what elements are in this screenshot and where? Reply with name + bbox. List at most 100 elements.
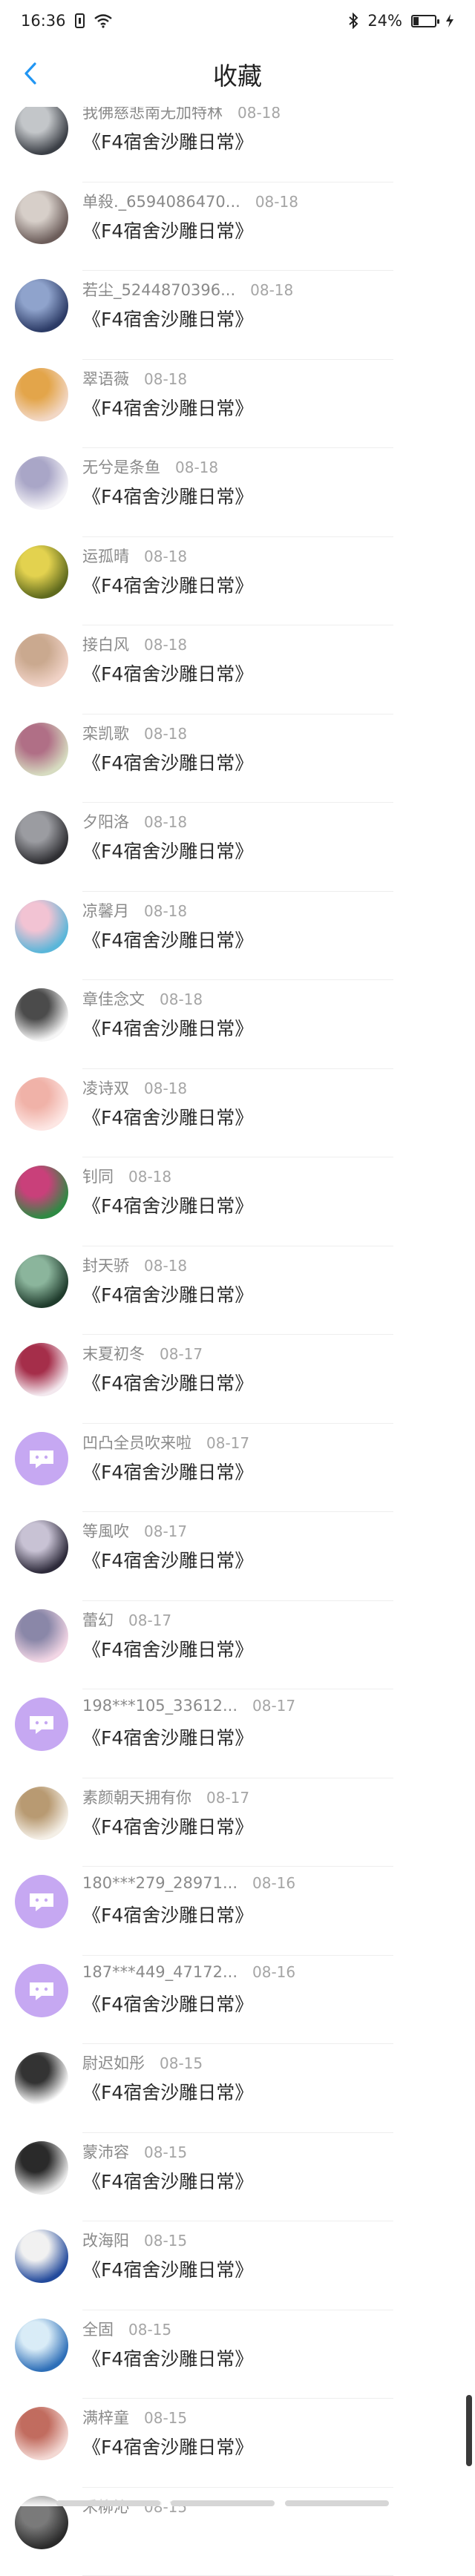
list-item[interactable]: 钊同08-18《F4宿舍沙雕日常》 <box>0 1157 475 1246</box>
item-title[interactable]: 《F4宿舍沙雕日常》 <box>82 394 253 421</box>
user-name[interactable]: 187***449_47172... <box>82 1963 238 1981</box>
list-item[interactable]: 夕阳洛08-18《F4宿舍沙雕日常》 <box>0 803 475 892</box>
item-title[interactable]: 《F4宿舍沙雕日常》 <box>82 2078 253 2105</box>
list-item[interactable]: 末夏初冬08-17《F4宿舍沙雕日常》 <box>0 1335 475 1424</box>
user-name[interactable]: 凌诗双 <box>82 1080 129 1097</box>
item-title[interactable]: 《F4宿舍沙雕日常》 <box>82 2255 253 2282</box>
user-name[interactable]: 若尘_5244870396... <box>82 281 235 299</box>
avatar[interactable] <box>15 545 68 599</box>
avatar[interactable] <box>15 368 68 421</box>
item-title[interactable]: 《F4宿舍沙雕日常》 <box>82 1014 253 1041</box>
user-name[interactable]: 凉馨月 <box>82 902 129 920</box>
avatar[interactable] <box>15 1255 68 1308</box>
list-item[interactable]: 接白风08-18《F4宿舍沙雕日常》 <box>0 625 475 714</box>
list-item[interactable]: 凌诗双08-18《F4宿舍沙雕日常》 <box>0 1069 475 1158</box>
user-name[interactable]: 夕阳洛 <box>82 813 129 831</box>
item-title[interactable]: 《F4宿舍沙雕日常》 <box>82 571 253 598</box>
default-avatar-icon[interactable] <box>15 1432 68 1485</box>
avatar[interactable] <box>15 723 68 776</box>
item-title[interactable]: 《F4宿舍沙雕日常》 <box>82 837 253 864</box>
item-title[interactable]: 《F4宿舍沙雕日常》 <box>82 926 253 953</box>
list-item[interactable]: 若尘_5244870396...08-18《F4宿舍沙雕日常》 <box>0 271 475 360</box>
user-name[interactable]: 改海阳 <box>82 2232 129 2250</box>
user-name[interactable]: 运孤晴 <box>82 548 129 565</box>
user-name[interactable]: 无兮是条鱼 <box>82 459 160 476</box>
avatar[interactable] <box>15 2407 68 2460</box>
default-avatar-icon[interactable] <box>15 1698 68 1751</box>
user-name[interactable]: 单殺._6594086470... <box>82 193 240 211</box>
default-avatar-icon[interactable] <box>15 1875 68 1928</box>
item-title[interactable]: 《F4宿舍沙雕日常》 <box>82 2345 253 2371</box>
list-item[interactable]: 封天骄08-18《F4宿舍沙雕日常》 <box>0 1246 475 1335</box>
item-title[interactable]: 《F4宿舍沙雕日常》 <box>82 749 253 775</box>
user-name[interactable]: 满梓童 <box>82 2409 129 2427</box>
list-item[interactable]: 凹凸全员吹来啦08-17《F4宿舍沙雕日常》 <box>0 1424 475 1513</box>
item-title[interactable]: 《F4宿舍沙雕日常》 <box>82 482 253 509</box>
user-name[interactable]: 翠语薇 <box>82 370 129 388</box>
list-item[interactable]: 单殺._6594086470...08-18《F4宿舍沙雕日常》 <box>0 183 475 272</box>
user-name[interactable]: 钊同 <box>82 1168 114 1186</box>
user-name[interactable]: 章佳念文 <box>82 990 145 1008</box>
avatar[interactable] <box>15 1609 68 1663</box>
list-item[interactable]: 素颜朝天拥有你08-17《F4宿舍沙雕日常》 <box>0 1778 475 1867</box>
item-title[interactable]: 《F4宿舍沙雕日常》 <box>82 1813 253 1839</box>
list-item[interactable]: 尉迟如彤08-15《F4宿舍沙雕日常》 <box>0 2044 475 2133</box>
item-title[interactable]: 《F4宿舍沙雕日常》 <box>82 1369 253 1396</box>
user-name[interactable]: 蕾幻 <box>82 1611 114 1629</box>
list-item[interactable]: 栾凯歌08-18《F4宿舍沙雕日常》 <box>0 714 475 804</box>
avatar[interactable] <box>15 1077 68 1131</box>
list-item[interactable]: 187***449_47172...08-16《F4宿舍沙雕日常》 <box>0 1956 475 2045</box>
user-name[interactable]: 180***279_28971... <box>82 1874 238 1892</box>
item-title[interactable]: 《F4宿舍沙雕日常》 <box>82 2433 253 2460</box>
avatar[interactable] <box>15 811 68 864</box>
list-item[interactable]: 198***105_33612...08-17《F4宿舍沙雕日常》 <box>0 1689 475 1778</box>
item-title[interactable]: 《F4宿舍沙雕日常》 <box>82 1635 253 1662</box>
item-title[interactable]: 《F4宿舍沙雕日常》 <box>82 1281 253 1307</box>
user-name[interactable]: 蒙沛容 <box>82 2143 129 2161</box>
list-item[interactable]: 章佳念文08-18《F4宿舍沙雕日常》 <box>0 980 475 1069</box>
avatar[interactable] <box>15 1520 68 1574</box>
avatar[interactable] <box>15 2141 68 2195</box>
item-title[interactable]: 《F4宿舍沙雕日常》 <box>82 305 253 332</box>
item-title[interactable]: 《F4宿舍沙雕日常》 <box>82 1458 253 1485</box>
item-title[interactable]: 《F4宿舍沙雕日常》 <box>82 217 253 243</box>
list-item[interactable]: 全固08-15《F4宿舍沙雕日常》 <box>0 2310 475 2399</box>
default-avatar-icon[interactable] <box>15 1964 68 2017</box>
avatar[interactable] <box>15 2230 68 2283</box>
list-item[interactable]: 蕾幻08-17《F4宿舍沙雕日常》 <box>0 1601 475 1690</box>
avatar[interactable] <box>15 988 68 1042</box>
avatar[interactable] <box>15 2319 68 2372</box>
list-item[interactable]: 翠语薇08-18《F4宿舍沙雕日常》 <box>0 360 475 449</box>
avatar[interactable] <box>15 900 68 953</box>
avatar[interactable] <box>15 102 68 155</box>
avatar[interactable] <box>15 279 68 332</box>
user-name[interactable]: 全固 <box>82 2321 114 2339</box>
item-title[interactable]: 《F4宿舍沙雕日常》 <box>82 2167 253 2194</box>
list-item[interactable]: 蒙沛容08-15《F4宿舍沙雕日常》 <box>0 2133 475 2222</box>
user-name[interactable]: 末夏初冬 <box>82 1345 145 1363</box>
item-title[interactable]: 《F4宿舍沙雕日常》 <box>82 1990 253 2017</box>
list-item[interactable]: 满梓童08-15《F4宿舍沙雕日常》 <box>0 2399 475 2488</box>
user-name[interactable]: 尉迟如彤 <box>82 2054 145 2072</box>
user-name[interactable]: 素颜朝天拥有你 <box>82 1789 191 1807</box>
item-title[interactable]: 《F4宿舍沙雕日常》 <box>82 1546 253 1573</box>
user-name[interactable]: 封天骄 <box>82 1257 129 1275</box>
list-item[interactable]: 运孤晴08-18《F4宿舍沙雕日常》 <box>0 537 475 626</box>
item-title[interactable]: 《F4宿舍沙雕日常》 <box>82 128 253 154</box>
avatar[interactable] <box>15 1166 68 1219</box>
user-name[interactable]: 198***105_33612... <box>82 1697 238 1715</box>
list-item[interactable]: 等風吹08-17《F4宿舍沙雕日常》 <box>0 1512 475 1601</box>
user-name[interactable]: 接白风 <box>82 636 129 654</box>
user-name[interactable]: 等風吹 <box>82 1522 129 1540</box>
back-button[interactable] <box>12 55 49 92</box>
item-title[interactable]: 《F4宿舍沙雕日常》 <box>82 660 253 686</box>
avatar[interactable] <box>15 634 68 687</box>
avatar[interactable] <box>15 1787 68 1840</box>
avatar[interactable] <box>15 456 68 510</box>
user-name[interactable]: 栾凯歌 <box>82 725 129 743</box>
avatar[interactable] <box>15 191 68 244</box>
user-name[interactable]: 凹凸全员吹来啦 <box>82 1434 191 1452</box>
list-item[interactable]: 凉馨月08-18《F4宿舍沙雕日常》 <box>0 892 475 981</box>
item-title[interactable]: 《F4宿舍沙雕日常》 <box>82 1724 253 1750</box>
avatar[interactable] <box>15 2052 68 2106</box>
